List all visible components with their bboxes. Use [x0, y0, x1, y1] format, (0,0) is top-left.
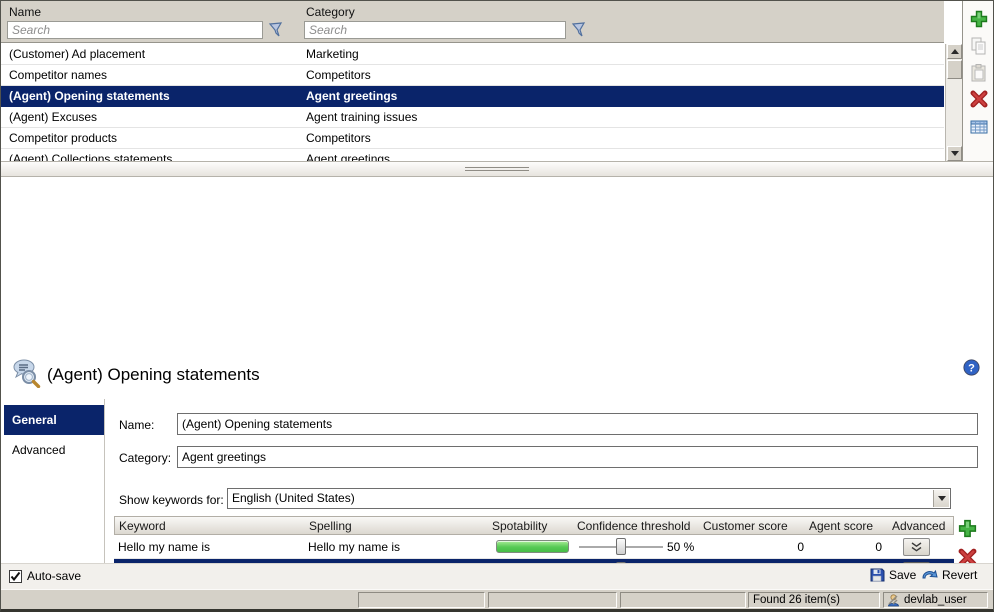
revert-button[interactable]: Revert	[921, 567, 977, 582]
list-header: Name Category	[1, 1, 944, 43]
language-select[interactable]: English (United States)	[227, 488, 951, 509]
revert-icon	[921, 567, 938, 582]
col-confidence: Confidence threshold	[577, 519, 690, 533]
col-agent-score: Agent score	[809, 519, 873, 533]
row-name: (Agent) Excuses	[9, 110, 97, 124]
spelling-cell: Hello my name is	[308, 540, 400, 554]
autosave-label: Auto-save	[27, 569, 81, 583]
keyword-set-icon	[9, 358, 45, 388]
row-name: Competitor names	[9, 68, 107, 82]
name-field[interactable]	[177, 413, 978, 435]
grid-icon[interactable]	[969, 117, 989, 137]
table-row[interactable]: Competitor names Competitors	[1, 65, 944, 86]
scroll-thumb[interactable]	[947, 60, 962, 79]
status-panel	[488, 592, 617, 608]
copy-icon[interactable]	[969, 36, 989, 56]
table-row[interactable]: (Agent) Excuses Agent training issues	[1, 107, 944, 128]
add-icon[interactable]	[969, 9, 989, 29]
row-name: (Agent) Opening statements	[9, 89, 170, 103]
category-search-input[interactable]	[304, 21, 566, 39]
revert-label: Revert	[942, 568, 977, 582]
check-icon	[10, 571, 21, 582]
row-category: Competitors	[306, 131, 371, 145]
name-field-label: Name:	[119, 418, 154, 432]
category-field[interactable]	[177, 446, 978, 468]
advanced-toggle-button[interactable]	[903, 538, 930, 556]
list-toolbar	[962, 1, 993, 161]
col-customer-score: Customer score	[703, 519, 788, 533]
page-title: (Agent) Opening statements	[47, 365, 260, 385]
help-icon[interactable]: ?	[963, 359, 980, 376]
row-category: Marketing	[306, 47, 359, 61]
svg-text:?: ?	[968, 363, 975, 375]
keywords-for-label: Show keywords for:	[119, 493, 224, 507]
save-icon	[869, 567, 885, 583]
resize-grip[interactable]	[887, 594, 898, 605]
language-select-value: English (United States)	[232, 491, 355, 505]
user-panel: devlab_user	[883, 592, 988, 608]
tab-general[interactable]: General	[4, 405, 104, 435]
keyword-row[interactable]: Hello my name is Hello my name is 50 % 00	[114, 535, 954, 559]
application-window: Name Category (Customer) Ad placement Mar…	[0, 0, 994, 612]
table-row[interactable]: (Agent) Opening statements Agent greeting…	[1, 86, 944, 107]
filter-icon[interactable]	[267, 22, 285, 38]
add-keyword-icon[interactable]	[957, 518, 978, 539]
name-search-input[interactable]	[7, 21, 263, 39]
found-count: Found 26 item(s)	[748, 592, 880, 608]
row-name: (Agent) Collections statements	[9, 152, 172, 161]
chevron-down-icon[interactable]	[933, 490, 949, 507]
save-button[interactable]: Save	[869, 567, 916, 583]
row-name: Competitor products	[9, 131, 117, 145]
category-field-label: Category:	[119, 451, 171, 465]
row-category: Agent training issues	[306, 110, 417, 124]
paste-icon[interactable]	[969, 63, 989, 83]
keyword-set-pane: Name Category (Customer) Ad placement Mar…	[1, 1, 993, 161]
status-panel	[358, 592, 485, 608]
autosave-checkbox[interactable]	[9, 570, 22, 583]
row-category: Competitors	[306, 68, 371, 82]
name-column-header: Name	[9, 5, 41, 19]
confidence-slider[interactable]	[579, 535, 663, 559]
confidence-value: 50 %	[667, 540, 694, 554]
col-spelling: Spelling	[309, 519, 352, 533]
col-keyword: Keyword	[119, 519, 166, 533]
row-category: Agent greetings	[306, 89, 397, 103]
row-category: Agent greetings	[306, 152, 390, 161]
table-row[interactable]: (Agent) Collections statements Agent gree…	[1, 149, 944, 161]
agent-score-value: 0	[814, 540, 882, 554]
filter-icon[interactable]	[570, 22, 588, 38]
tab-advanced[interactable]: Advanced	[4, 435, 104, 465]
save-label: Save	[889, 568, 916, 582]
keyword-table-header: Keyword Spelling Spotability Confidence …	[114, 516, 954, 535]
keyword-cell: Hello my name is	[118, 540, 210, 554]
scroll-up-button[interactable]	[947, 44, 962, 59]
table-row[interactable]: (Customer) Ad placement Marketing	[1, 44, 944, 65]
delete-icon[interactable]	[969, 89, 989, 109]
scroll-down-button[interactable]	[947, 146, 962, 161]
col-advanced: Advanced	[892, 519, 945, 533]
username: devlab_user	[904, 594, 967, 606]
status-bar: Found 26 item(s) devlab_user	[1, 589, 993, 610]
keyword-set-list: (Customer) Ad placement Marketing Competit…	[1, 44, 944, 161]
col-spotability: Spotability	[492, 519, 547, 533]
pane-splitter[interactable]	[1, 161, 993, 177]
row-name: (Customer) Ad placement	[9, 47, 145, 61]
status-panel	[620, 592, 746, 608]
keyword-set-detail-panel: (Agent) Opening statements ? General Adv…	[1, 177, 993, 563]
spotability-bar	[496, 540, 569, 553]
category-column-header: Category	[306, 5, 355, 19]
customer-score-value: 0	[714, 540, 804, 554]
vertical-scrollbar[interactable]	[945, 44, 962, 161]
table-row[interactable]: Competitor products Competitors	[1, 128, 944, 149]
slider-thumb[interactable]	[616, 538, 626, 555]
footer-bar: Auto-save Save Revert	[1, 563, 993, 589]
